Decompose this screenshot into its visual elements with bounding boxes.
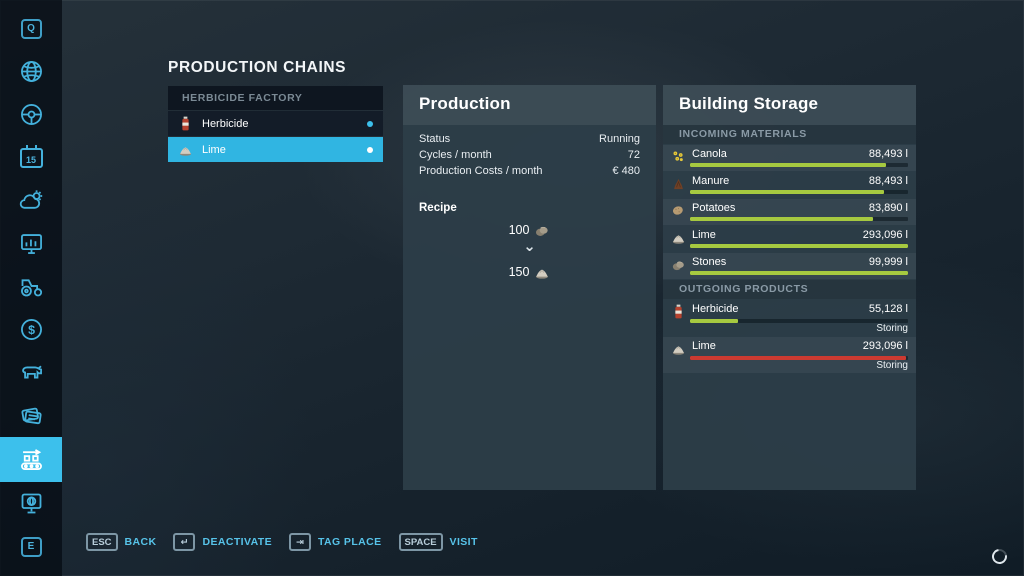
building-storage-panel: Building Storage INCOMING MATERIALS Cano… — [663, 85, 916, 490]
storage-row-lime-out: Lime 293,096 l Storing — [663, 337, 916, 373]
recipe-input: 100 — [403, 220, 656, 240]
tab-key-icon: ⇥ — [289, 533, 311, 551]
factory-item-label: Herbicide — [202, 118, 248, 130]
active-dot — [367, 121, 373, 127]
factory-item-label: Lime — [202, 144, 226, 156]
production-panel: Production StatusRunning Cycles / month7… — [403, 85, 656, 490]
manure-icon — [671, 176, 686, 191]
sidebar-item-e-key[interactable]: E — [0, 525, 62, 568]
production-stats: StatusRunning Cycles / month72 Productio… — [403, 131, 656, 179]
production-chains-screen: Q 15 — [0, 0, 1024, 576]
lime-icon — [671, 341, 686, 356]
steering-wheel-icon — [18, 101, 45, 128]
chevron-down-icon: ⌄ — [403, 242, 656, 256]
stat-row-status: StatusRunning — [403, 131, 656, 147]
monitor-globe-icon — [18, 490, 45, 517]
storage-title: Building Storage — [679, 94, 900, 114]
herbicide-icon — [178, 116, 193, 131]
deactivate-button[interactable]: ↵ DEACTIVATE — [173, 533, 272, 551]
outgoing-products-header: OUTGOING PRODUCTS — [663, 280, 916, 299]
cow-icon — [18, 359, 45, 386]
fill-bar — [690, 190, 908, 194]
weather-icon — [18, 187, 45, 214]
incoming-materials-header: INCOMING MATERIALS — [663, 125, 916, 144]
visit-button[interactable]: SPACE VISIT — [399, 533, 478, 551]
dollar-circle-icon: $ — [18, 316, 45, 343]
lime-icon — [534, 264, 550, 280]
sidebar-item-animals[interactable] — [0, 351, 62, 394]
fill-bar — [690, 217, 908, 221]
stat-row-costs: Production Costs / month€ 480 — [403, 163, 656, 179]
sidebar-item-calendar[interactable]: 15 — [0, 136, 62, 179]
tag-place-button[interactable]: ⇥ TAG PLACE — [289, 533, 382, 551]
sidebar-item-vehicles[interactable] — [0, 265, 62, 308]
loading-spinner-icon — [989, 546, 1010, 567]
tractor-icon — [18, 273, 45, 300]
sidebar-item-production-chains[interactable] — [0, 437, 62, 482]
storage-row-herbicide-out: Herbicide 55,128 l Storing — [663, 300, 916, 336]
sidebar-item-driving[interactable] — [0, 93, 62, 136]
factory-item-herbicide[interactable]: Herbicide — [168, 111, 383, 136]
recipe-output: 150 — [403, 262, 656, 282]
conveyor-belt-icon — [18, 446, 45, 473]
sidebar-item-map[interactable] — [0, 482, 62, 525]
factory-list: HERBICIDE FACTORY Herbicide Lime — [168, 86, 383, 162]
fill-bar — [690, 319, 908, 323]
storage-panel-header: Building Storage — [663, 85, 916, 125]
esc-key-icon: ESC — [86, 533, 118, 551]
globe-icon — [18, 58, 45, 85]
footer-hotkeys: ESC BACK ↵ DEACTIVATE ⇥ TAG PLACE SPACE … — [86, 533, 478, 551]
space-key-icon: SPACE — [399, 533, 443, 551]
stat-row-cycles: Cycles / month72 — [403, 147, 656, 163]
page-title: PRODUCTION CHAINS — [168, 59, 346, 77]
back-button[interactable]: ESC BACK — [86, 533, 156, 551]
sidebar: Q 15 — [0, 0, 62, 576]
fill-bar — [690, 244, 908, 248]
potatoes-icon — [671, 203, 686, 218]
production-panel-header: Production — [403, 85, 656, 125]
active-dot — [367, 147, 373, 153]
production-title: Production — [419, 94, 640, 114]
factory-item-lime[interactable]: Lime — [168, 137, 383, 162]
storage-row-potatoes: Potatoes 83,890 l — [663, 199, 916, 225]
e-key-icon: E — [21, 537, 42, 557]
stones-icon — [534, 222, 550, 238]
statistics-icon — [18, 230, 45, 257]
sidebar-item-statistics[interactable] — [0, 222, 62, 265]
lime-icon — [178, 142, 193, 157]
sidebar-item-multiplayer[interactable] — [0, 50, 62, 93]
cards-icon — [18, 402, 45, 429]
storing-status: Storing — [876, 323, 908, 334]
svg-text:$: $ — [28, 323, 35, 337]
sidebar-item-contracts[interactable] — [0, 394, 62, 437]
fill-bar — [690, 356, 908, 360]
recipe-label: Recipe — [419, 202, 640, 214]
sidebar-item-q-key[interactable]: Q — [0, 7, 62, 50]
q-key-icon: Q — [21, 19, 42, 39]
storing-status: Storing — [876, 360, 908, 371]
storage-row-stones: Stones 99,999 l — [663, 253, 916, 279]
stones-icon — [671, 257, 686, 272]
storage-row-lime: Lime 293,096 l — [663, 226, 916, 252]
canola-icon — [671, 149, 686, 164]
sidebar-item-weather[interactable] — [0, 179, 62, 222]
fill-bar — [690, 271, 908, 275]
lime-icon — [671, 230, 686, 245]
factory-header: HERBICIDE FACTORY — [168, 86, 383, 110]
sidebar-item-finances[interactable]: $ — [0, 308, 62, 351]
storage-row-canola: Canola 88,493 l — [663, 145, 916, 171]
herbicide-icon — [671, 304, 686, 319]
enter-key-icon: ↵ — [173, 533, 195, 551]
calendar-icon: 15 — [20, 148, 43, 168]
storage-row-manure: Manure 88,493 l — [663, 172, 916, 198]
fill-bar — [690, 163, 908, 167]
